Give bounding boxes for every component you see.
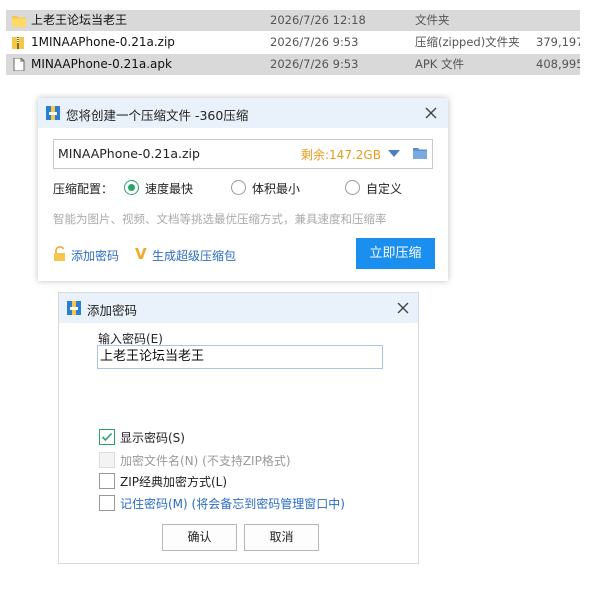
file-row[interactable]: MINAAPhone-0.21a.apk 2026/7/26 9:53 APK … — [6, 54, 580, 76]
free-space-label: 剩余:147.2GB — [301, 148, 381, 162]
file-row[interactable]: 上老王论坛当老王 2026/7/26 12:18 文件夹 — [6, 10, 580, 32]
radio-label: 体积最小 — [252, 182, 301, 196]
apk-file-icon — [13, 58, 25, 71]
file-date: 2026/7/26 9:53 — [270, 57, 359, 71]
checkbox-label: 加密文件名(N) (不支持ZIP格式) — [120, 454, 291, 468]
compress-hint: 智能为图片、视频、文档等挑选最优压缩方式，兼具速度和压缩率 — [53, 212, 387, 226]
checkbox-label: 显示密码(S) — [120, 431, 185, 445]
360zip-app-icon — [46, 106, 60, 120]
checkbox-label: 记住密码(M) (将会备忘到密码管理窗口中) — [120, 497, 345, 511]
dialog-title: 您将创建一个压缩文件 -360压缩 — [66, 108, 249, 123]
checkbox-label: ZIP经典加密方式(L) — [120, 475, 228, 489]
compress-config-label: 压缩配置： — [53, 182, 114, 196]
checkbox-box[interactable] — [99, 473, 115, 489]
checkbox-box — [99, 452, 115, 468]
compress-dialog: 您将创建一个压缩文件 -360压缩 MINAAPhone-0.21a.zip 剩… — [38, 98, 448, 281]
file-name: 1MINAAPhone-0.21a.zip — [31, 35, 175, 49]
v-badge-icon: V — [135, 245, 147, 263]
dialog-title-bar: 您将创建一个压缩文件 -360压缩 — [38, 98, 448, 128]
file-type: APK 文件 — [415, 57, 464, 71]
file-type: 压缩(zipped)文件夹 — [415, 35, 520, 49]
add-password-label[interactable]: 添加密码 — [71, 247, 119, 264]
password-field[interactable] — [97, 345, 383, 369]
close-icon[interactable] — [424, 106, 438, 120]
checkbox-box[interactable] — [99, 495, 115, 511]
radio-label: 自定义 — [366, 182, 403, 196]
folder-icon — [12, 16, 26, 27]
checkmark-icon — [101, 432, 113, 442]
file-list: 上老王论坛当老王 2026/7/26 12:18 文件夹 1MINAAPhone… — [6, 10, 580, 76]
super-archive-label[interactable]: 生成超级压缩包 — [152, 247, 236, 264]
confirm-button[interactable]: 确认 — [162, 524, 237, 551]
browse-folder-icon[interactable] — [412, 146, 428, 160]
dialog-title: 添加密码 — [87, 303, 138, 318]
cancel-button[interactable]: 取消 — [244, 524, 319, 551]
radio-button[interactable] — [124, 180, 139, 195]
radio-label: 速度最快 — [145, 182, 194, 196]
file-size: 379,197 — [536, 35, 580, 49]
360zip-app-icon — [67, 301, 81, 315]
checkbox-box[interactable] — [99, 429, 115, 445]
chevron-down-icon[interactable] — [388, 150, 400, 157]
file-row[interactable]: 1MINAAPhone-0.21a.zip 2026/7/26 9:53 压缩(… — [6, 32, 580, 54]
file-date: 2026/7/26 12:18 — [270, 13, 366, 27]
close-icon[interactable] — [396, 301, 410, 315]
radio-button[interactable] — [231, 180, 246, 195]
dialog-title-bar: 添加密码 — [59, 293, 418, 323]
archive-path-value[interactable]: MINAAPhone-0.21a.zip — [58, 146, 200, 161]
file-size: 408,995 — [536, 57, 580, 71]
file-name: MINAAPhone-0.21a.apk — [31, 57, 172, 71]
file-name: 上老王论坛当老王 — [31, 13, 128, 27]
radio-button[interactable] — [345, 180, 360, 195]
archive-path-field[interactable]: MINAAPhone-0.21a.zip 剩余:147.2GB — [53, 139, 433, 169]
compress-now-button[interactable]: 立即压缩 — [356, 238, 435, 269]
add-password-dialog: 添加密码 输入密码(E) 显示密码(S) 加密文件名(N) (不支持ZIP格式)… — [58, 292, 419, 564]
lock-icon — [54, 246, 65, 261]
file-date: 2026/7/26 9:53 — [270, 35, 359, 49]
file-type: 文件夹 — [415, 13, 450, 27]
zip-file-icon — [12, 37, 24, 49]
